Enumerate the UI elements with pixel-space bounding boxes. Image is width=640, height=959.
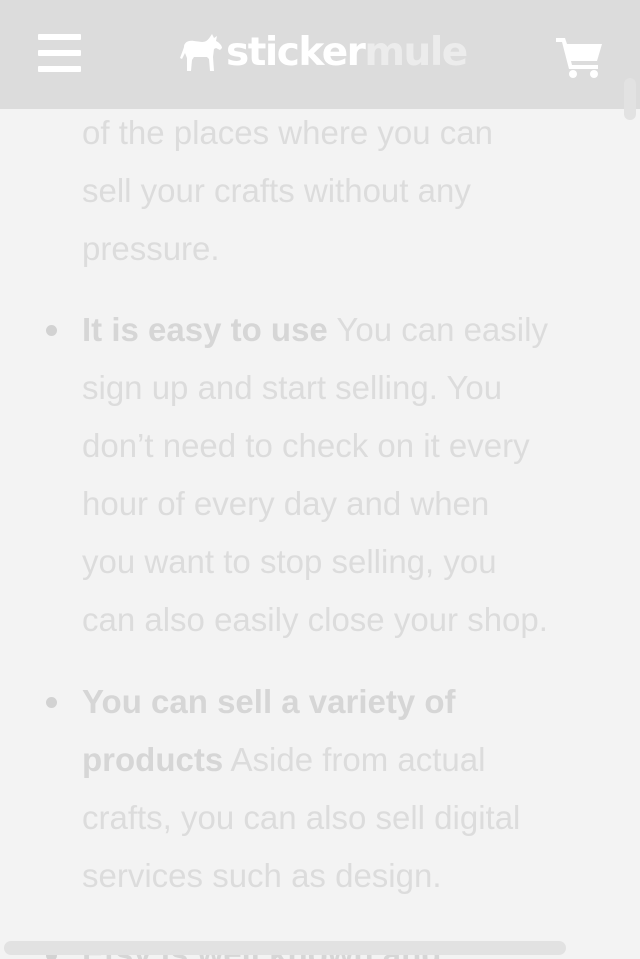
text-line: services such as design. [82,857,442,894]
list-item-heading: You can sell a variety of [82,683,456,720]
hamburger-menu-icon[interactable] [38,34,81,72]
list-item-heading: It is easy to use [82,311,328,348]
shopping-cart-icon[interactable] [556,36,604,78]
text-line: of the places where you can [82,114,493,151]
text-line: pressure. [82,230,220,267]
bullet-icon [46,697,57,708]
logo-wordmark: stickermule [226,30,468,75]
text-line: sell your crafts without any [82,172,471,209]
text-line: don’t need to check on it every [82,427,530,464]
page: of the places where you can sell your cr… [0,0,640,959]
list-item: You can sell a variety of products Aside… [82,673,612,905]
text-line: Aside from actual [223,741,486,778]
text-line: can also easily close your shop. [82,601,548,638]
horizontal-scrollbar[interactable] [4,941,566,955]
text-line: crafts, you can also sell digital [82,799,521,836]
text-line: You can easily [327,311,548,348]
list-item-heading: products [82,741,224,778]
article-content: of the places where you can sell your cr… [0,0,640,959]
mule-icon [180,34,222,71]
list-item: It is easy to use You can easily sign up… [82,301,612,649]
text-line: you want to stop selling, you [82,543,497,580]
text-line: sign up and start selling. You [82,369,503,406]
bullet-icon [46,325,57,336]
intro-paragraph: of the places where you can sell your cr… [82,104,612,278]
text-line: hour of every day and when [82,485,490,522]
vertical-scrollbar[interactable] [624,78,636,120]
top-nav-bar: stickermule [0,0,640,109]
stickermule-logo[interactable]: stickermule [180,30,468,76]
